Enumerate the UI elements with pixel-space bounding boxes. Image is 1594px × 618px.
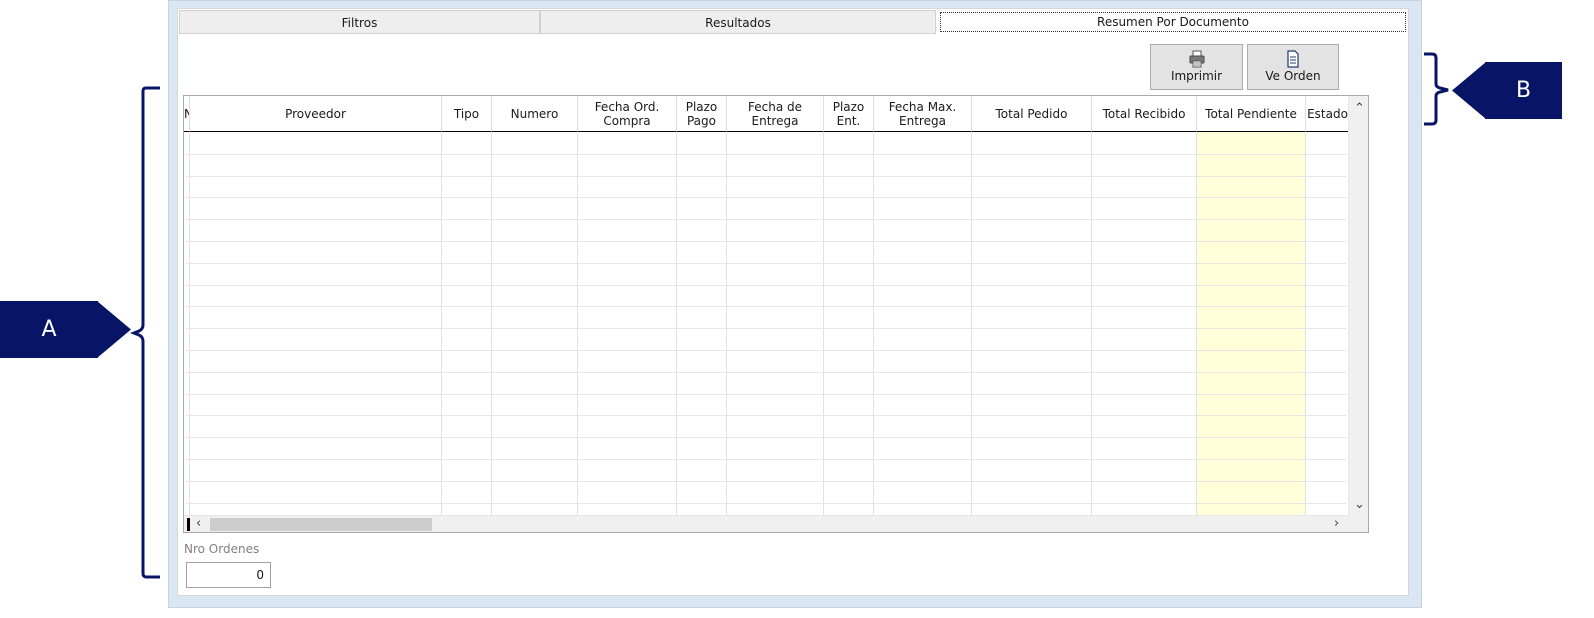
column-numero — [492, 132, 578, 515]
table-row-line — [186, 175, 1346, 177]
column-plazo-ent — [824, 132, 874, 515]
horizontal-scrollbar[interactable]: ‹ › — [184, 515, 1350, 532]
horizontal-scroll-thumb[interactable] — [210, 518, 432, 531]
table-row-line — [186, 328, 1346, 330]
column-header-estado[interactable]: Estado — [1306, 96, 1350, 132]
column-header-fecha-de-entrega[interactable]: Fecha de Entrega — [727, 96, 824, 132]
orders-count-label: Nro Ordenes — [184, 542, 260, 556]
row-indicator-marker — [187, 518, 190, 531]
scrollbar-corner — [1348, 515, 1368, 532]
column-fecha-de-entrega — [727, 132, 824, 515]
column-header-total-pendiente[interactable]: Total Pendiente — [1197, 96, 1306, 132]
column-tipo — [442, 132, 492, 515]
table-row-line — [186, 153, 1346, 155]
column-header-fecha-max-entrega[interactable]: Fecha Max. Entrega — [874, 96, 972, 132]
column-plazo-pago — [677, 132, 727, 515]
column-estado — [1306, 132, 1350, 515]
scroll-right-icon[interactable]: › — [1334, 517, 1339, 531]
scroll-up-icon[interactable]: ⌃ — [1354, 102, 1365, 116]
column-total-pendiente — [1197, 132, 1306, 515]
table-row-line — [186, 437, 1346, 439]
table-row-line — [186, 393, 1346, 395]
scroll-down-icon[interactable]: ⌄ — [1354, 498, 1365, 512]
vertical-scrollbar[interactable]: ⌃ ⌄ — [1348, 96, 1368, 515]
print-button-label: Imprimir — [1170, 69, 1223, 83]
document-icon — [1248, 50, 1338, 68]
callout-a: A — [0, 301, 98, 358]
column-header-total-pedido[interactable]: Total Pedido — [972, 96, 1092, 132]
column-proveedor — [190, 132, 442, 515]
table-row-line — [186, 459, 1346, 460]
column-fecha-ord-compra — [578, 132, 677, 515]
column-fecha-max-entrega — [874, 132, 972, 515]
view-order-button[interactable]: Ve Orden — [1247, 44, 1339, 90]
column-header-fecha-ord-compra[interactable]: Fecha Ord. Compra — [578, 96, 677, 132]
table-row-line — [186, 480, 1346, 482]
view-order-button-label: Ve Orden — [1265, 69, 1321, 83]
table-row-line — [186, 262, 1346, 264]
callout-b-arrow — [1452, 62, 1486, 119]
column-total-pedido — [972, 132, 1092, 515]
callout-a-arrow — [97, 301, 131, 358]
table-row-line — [186, 197, 1346, 199]
column-header-tipo[interactable]: Tipo — [442, 96, 492, 132]
tab-resultados[interactable]: Resultados — [540, 10, 936, 34]
table-row-line — [186, 284, 1346, 286]
table-row-line — [186, 350, 1346, 351]
column-header-plazo-ent[interactable]: Plazo Ent. — [824, 96, 874, 132]
table-row-line — [186, 241, 1346, 242]
table-row-line — [186, 219, 1346, 221]
orders-count-field[interactable]: 0 — [186, 562, 271, 588]
scroll-left-icon[interactable]: ‹ — [196, 517, 201, 531]
table-row-line — [186, 415, 1346, 417]
callout-b: B — [1485, 62, 1562, 119]
column-header-numero[interactable]: Numero — [492, 96, 578, 132]
table-row-line — [186, 502, 1346, 504]
orders-grid[interactable]: N Proveedor Tipo Numero Fecha Ord. Compr… — [183, 95, 1369, 533]
column-total-recibido — [1092, 132, 1197, 515]
tab-filtros[interactable]: Filtros — [179, 10, 540, 34]
tab-resumen-por-documento[interactable]: Resumen Por Documento — [940, 12, 1406, 32]
printer-icon — [1151, 50, 1242, 68]
column-header-plazo-pago[interactable]: Plazo Pago — [677, 96, 727, 132]
table-row-line — [186, 371, 1346, 373]
table-row-line — [186, 306, 1346, 308]
column-header-proveedor[interactable]: Proveedor — [190, 96, 442, 132]
column-header-total-recibido[interactable]: Total Recibido — [1092, 96, 1197, 132]
print-button[interactable]: Imprimir — [1150, 44, 1243, 90]
